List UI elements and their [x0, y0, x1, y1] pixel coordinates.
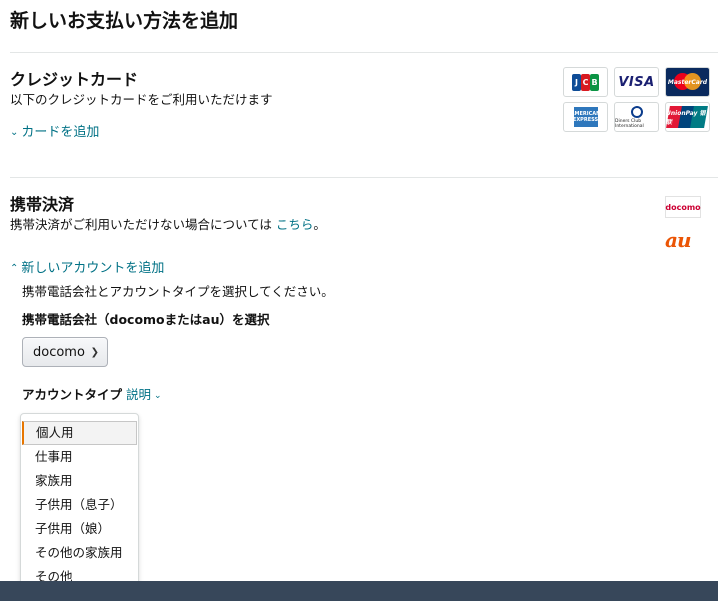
diners-logo: Diners Club International — [614, 102, 659, 132]
mastercard-logo: MasterCard — [665, 67, 710, 97]
carrier-billing-title: 携帯決済 — [10, 195, 75, 214]
docomo-logo: docomo — [665, 196, 701, 218]
chevron-down-icon: ❯ — [90, 347, 99, 358]
divider-top — [10, 52, 718, 53]
carrier-billing-description: 携帯決済がご利用いただけない場合については こちら。 — [10, 217, 326, 232]
credit-card-title: クレジットカード — [10, 70, 139, 89]
account-type-dropdown[interactable]: 個人用 仕事用 家族用 子供用（息子） 子供用（娘） その他の家族用 その他 — [20, 413, 139, 596]
account-type-option[interactable]: 個人用 — [22, 421, 137, 445]
account-type-option[interactable]: 子供用（息子） — [21, 493, 138, 517]
carrier-select-value: docomo — [33, 344, 85, 360]
carrier-select[interactable]: docomo ❯ — [22, 337, 108, 367]
credit-card-description: 以下のクレジットカードをご利用いただけます — [10, 92, 273, 107]
account-type-option[interactable]: その他の家族用 — [21, 541, 138, 565]
here-link[interactable]: こちら — [276, 217, 314, 232]
footer-bar — [0, 581, 718, 601]
account-type-help-link[interactable]: 説明 ⌄ — [126, 387, 162, 402]
amex-logo: AMERICAN EXPRESS — [563, 102, 608, 132]
unionpay-logo: UnionPay 银联 — [665, 102, 710, 132]
account-type-option[interactable]: 家族用 — [21, 469, 138, 493]
jcb-logo: JCB — [563, 67, 608, 97]
add-card-label: カードを追加 — [21, 125, 100, 140]
carrier-instructions: 携帯電話会社とアカウントタイプを選択してください。 — [22, 284, 334, 299]
chevron-down-icon: ⌄ — [10, 127, 19, 138]
account-type-option[interactable]: 仕事用 — [21, 445, 138, 469]
divider-middle — [10, 177, 718, 178]
chevron-up-icon: ⌃ — [10, 263, 19, 274]
add-card-link[interactable]: ⌄ カードを追加 — [10, 121, 99, 140]
carrier-label: 携帯電話会社（docomoまたはau）を選択 — [22, 312, 270, 327]
add-account-link[interactable]: ⌃ 新しいアカウントを追加 — [10, 257, 164, 276]
page-title: 新しいお支払い方法を追加 — [10, 10, 239, 32]
au-logo: au — [665, 228, 691, 252]
account-type-label: アカウントタイプ 説明 ⌄ — [22, 387, 162, 402]
visa-logo: VISA — [614, 67, 659, 97]
account-type-option[interactable]: 子供用（娘） — [21, 517, 138, 541]
chevron-down-icon: ⌄ — [154, 391, 162, 401]
add-account-label: 新しいアカウントを追加 — [21, 261, 165, 276]
